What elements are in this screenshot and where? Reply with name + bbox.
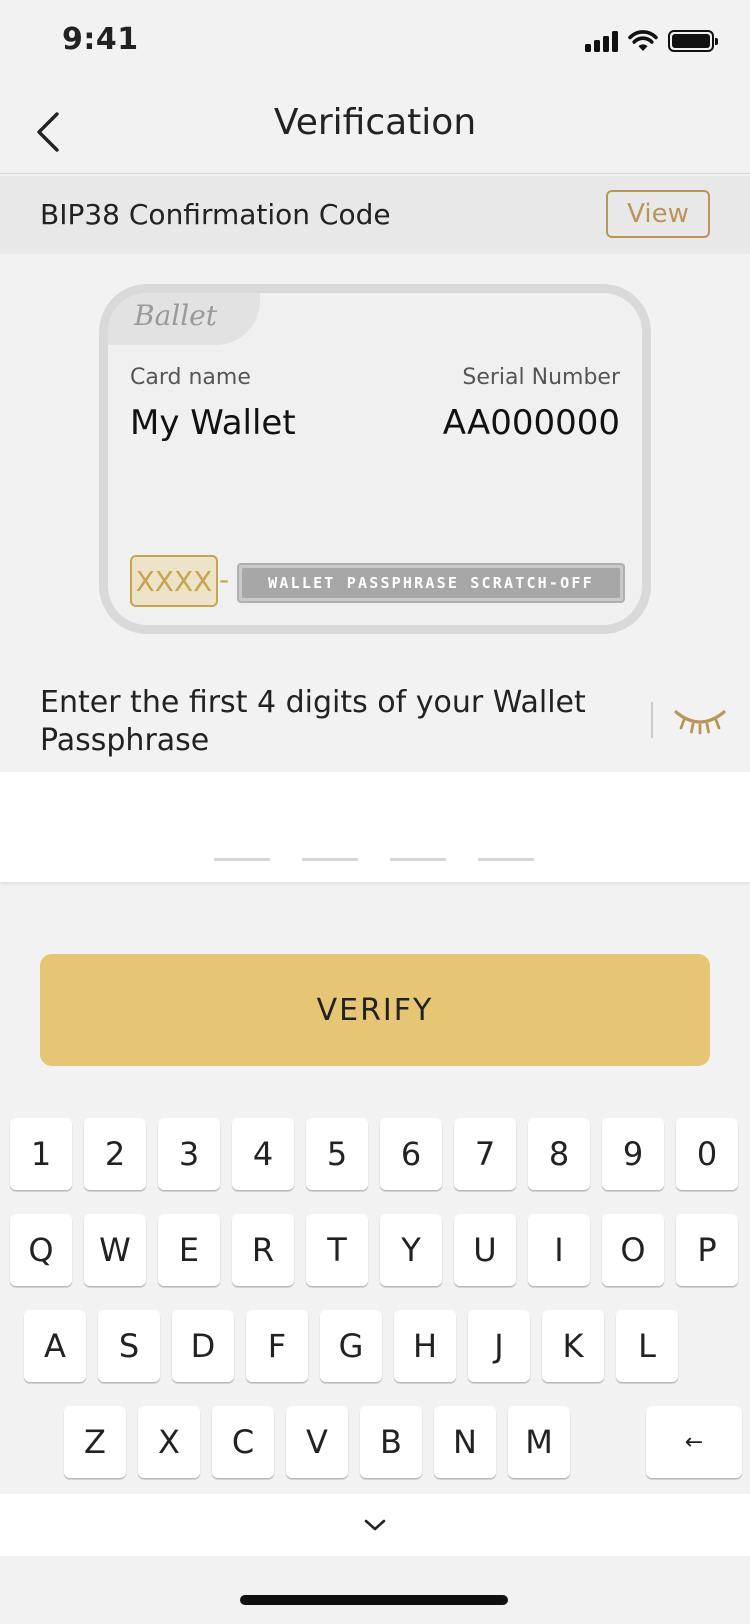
- backspace-key[interactable]: ←: [646, 1406, 742, 1478]
- page-title: Verification: [273, 102, 477, 143]
- key-q[interactable]: Q: [10, 1214, 72, 1286]
- battery-icon: [668, 30, 718, 52]
- key-z[interactable]: Z: [64, 1406, 126, 1478]
- home-indicator: [240, 1595, 508, 1605]
- cellular-signal-icon: [585, 30, 618, 52]
- key-s[interactable]: S: [98, 1310, 160, 1382]
- passphrase-dash: -: [219, 563, 230, 596]
- code-slot: [302, 858, 358, 861]
- keyboard-collapse-button[interactable]: [0, 1494, 750, 1556]
- key-4[interactable]: 4: [232, 1118, 294, 1190]
- key-6[interactable]: 6: [380, 1118, 442, 1190]
- view-button[interactable]: View: [606, 190, 710, 238]
- scratch-off-strip: WALLET PASSPHRASE SCRATCH-OFF: [237, 563, 625, 603]
- key-r[interactable]: R: [232, 1214, 294, 1286]
- key-2[interactable]: 2: [84, 1118, 146, 1190]
- passphrase-code-input[interactable]: [0, 772, 750, 882]
- code-slot: [214, 858, 270, 861]
- key-8[interactable]: 8: [528, 1118, 590, 1190]
- key-x[interactable]: X: [138, 1406, 200, 1478]
- key-i[interactable]: I: [528, 1214, 590, 1286]
- keyboard: 1 2 3 4 5 6 7 8 9 0 Q W E R T Y U I O P …: [0, 1110, 750, 1494]
- code-slot: [390, 858, 446, 861]
- key-a[interactable]: A: [24, 1310, 86, 1382]
- passphrase-prompt: Enter the first 4 digits of your Wallet …: [40, 685, 586, 758]
- key-y[interactable]: Y: [380, 1214, 442, 1286]
- status-icons: [585, 30, 718, 52]
- key-d[interactable]: D: [172, 1310, 234, 1382]
- key-k[interactable]: K: [542, 1310, 604, 1382]
- status-bar: 9:41: [0, 0, 750, 88]
- key-c[interactable]: C: [212, 1406, 274, 1478]
- scratch-off-label: WALLET PASSPHRASE SCRATCH-OFF: [242, 568, 620, 598]
- key-w[interactable]: W: [84, 1214, 146, 1286]
- key-f[interactable]: F: [246, 1310, 308, 1382]
- divider: [651, 702, 653, 738]
- key-0[interactable]: 0: [676, 1118, 738, 1190]
- key-p[interactable]: P: [676, 1214, 738, 1286]
- wifi-icon: [628, 30, 658, 51]
- nav-bar: Verification: [0, 88, 750, 174]
- key-e[interactable]: E: [158, 1214, 220, 1286]
- passphrase-prefix-box: XXXX: [130, 555, 218, 607]
- key-n[interactable]: N: [434, 1406, 496, 1478]
- key-1[interactable]: 1: [10, 1118, 72, 1190]
- bip38-row: BIP38 Confirmation Code View: [0, 176, 750, 254]
- card-brand-logo: Ballet: [134, 299, 218, 332]
- eye-closed-icon[interactable]: [672, 702, 728, 738]
- code-slot: [478, 858, 534, 861]
- key-7[interactable]: 7: [454, 1118, 516, 1190]
- key-v[interactable]: V: [286, 1406, 348, 1478]
- key-u[interactable]: U: [454, 1214, 516, 1286]
- serial-number-value: AA000000: [442, 403, 620, 443]
- key-3[interactable]: 3: [158, 1118, 220, 1190]
- card-name-label: Card name: [130, 365, 251, 390]
- key-h[interactable]: H: [394, 1310, 456, 1382]
- chevron-down-icon: [364, 1519, 386, 1531]
- key-5[interactable]: 5: [306, 1118, 368, 1190]
- wallet-card-illustration: Ballet Card name Serial Number My Wallet…: [99, 284, 651, 634]
- key-j[interactable]: J: [468, 1310, 530, 1382]
- verify-button[interactable]: VERIFY: [40, 954, 710, 1066]
- status-time: 9:41: [62, 22, 139, 57]
- key-m[interactable]: M: [508, 1406, 570, 1478]
- bip38-label: BIP38 Confirmation Code: [40, 198, 391, 231]
- key-t[interactable]: T: [306, 1214, 368, 1286]
- card-name-value: My Wallet: [130, 403, 296, 443]
- key-o[interactable]: O: [602, 1214, 664, 1286]
- serial-number-label: Serial Number: [462, 365, 620, 390]
- key-g[interactable]: G: [320, 1310, 382, 1382]
- key-l[interactable]: L: [616, 1310, 678, 1382]
- key-b[interactable]: B: [360, 1406, 422, 1478]
- key-9[interactable]: 9: [602, 1118, 664, 1190]
